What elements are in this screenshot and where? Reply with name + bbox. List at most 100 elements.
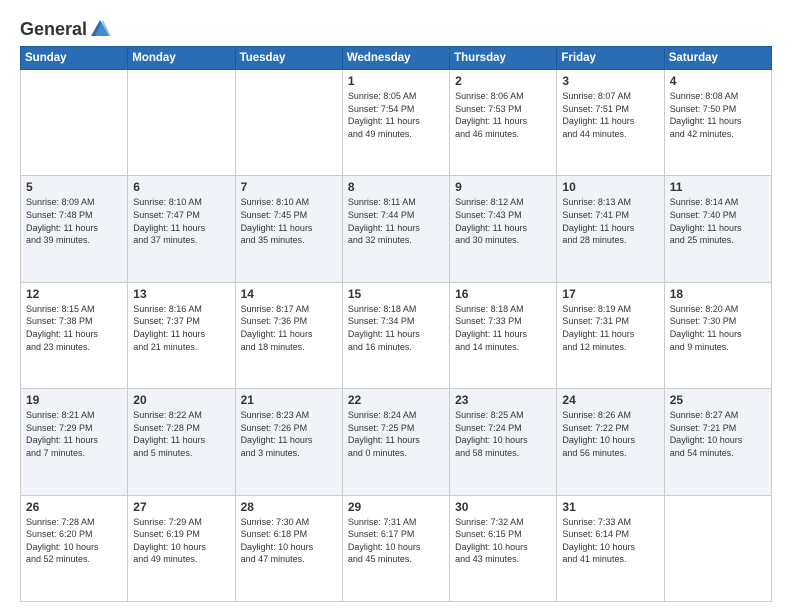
day-number: 4 xyxy=(670,74,766,88)
day-number: 11 xyxy=(670,180,766,194)
day-number: 2 xyxy=(455,74,551,88)
day-info: Sunrise: 7:30 AM Sunset: 6:18 PM Dayligh… xyxy=(241,516,337,566)
calendar-week-5: 26 Sunrise: 7:28 AM Sunset: 6:20 PM Dayli… xyxy=(21,495,772,601)
calendar-cell: 22 Sunrise: 8:24 AM Sunset: 7:25 PM Dayli… xyxy=(342,389,449,495)
day-info: Sunrise: 8:07 AM Sunset: 7:51 PM Dayligh… xyxy=(562,90,658,140)
calendar-cell: 3Sunrise: 8:07 AM Sunset: 7:51 PM Daylig… xyxy=(557,70,664,176)
calendar-cell: 11 Sunrise: 8:14 AM Sunset: 7:40 PM Dayli… xyxy=(664,176,771,282)
weekday-header-saturday: Saturday xyxy=(664,47,771,70)
day-number: 24 xyxy=(562,393,658,407)
day-number: 5 xyxy=(26,180,122,194)
calendar-cell xyxy=(21,70,128,176)
day-number: 30 xyxy=(455,500,551,514)
calendar-cell: 19Sunrise: 8:21 AM Sunset: 7:29 PM Dayli… xyxy=(21,389,128,495)
weekday-header-friday: Friday xyxy=(557,47,664,70)
day-number: 18 xyxy=(670,287,766,301)
day-info: Sunrise: 8:06 AM Sunset: 7:53 PM Dayligh… xyxy=(455,90,551,140)
calendar-cell: 20Sunrise: 8:22 AM Sunset: 7:28 PM Dayli… xyxy=(128,389,235,495)
day-info: Sunrise: 7:31 AM Sunset: 6:17 PM Dayligh… xyxy=(348,516,444,566)
day-number: 1 xyxy=(348,74,444,88)
day-info: Sunrise: 8:27 AM Sunset: 7:21 PM Dayligh… xyxy=(670,409,766,459)
day-info: Sunrise: 8:09 AM Sunset: 7:48 PM Dayligh… xyxy=(26,196,122,246)
day-info: Sunrise: 8:11 AM Sunset: 7:44 PM Dayligh… xyxy=(348,196,444,246)
day-info: Sunrise: 8:21 AM Sunset: 7:29 PM Dayligh… xyxy=(26,409,122,459)
logo: General xyxy=(20,18,111,36)
calendar-week-2: 5 Sunrise: 8:09 AM Sunset: 7:48 PM Daylig… xyxy=(21,176,772,282)
day-info: Sunrise: 8:12 AM Sunset: 7:43 PM Dayligh… xyxy=(455,196,551,246)
day-info: Sunrise: 8:25 AM Sunset: 7:24 PM Dayligh… xyxy=(455,409,551,459)
calendar-cell: 17 Sunrise: 8:19 AM Sunset: 7:31 PM Dayli… xyxy=(557,282,664,388)
calendar-cell: 29 Sunrise: 7:31 AM Sunset: 6:17 PM Dayli… xyxy=(342,495,449,601)
calendar-cell: 31 Sunrise: 7:33 AM Sunset: 6:14 PM Dayli… xyxy=(557,495,664,601)
calendar-cell: 15Sunrise: 8:18 AM Sunset: 7:34 PM Dayli… xyxy=(342,282,449,388)
day-info: Sunrise: 8:17 AM Sunset: 7:36 PM Dayligh… xyxy=(241,303,337,353)
calendar-cell: 27 Sunrise: 7:29 AM Sunset: 6:19 PM Dayli… xyxy=(128,495,235,601)
header: General xyxy=(20,18,772,36)
day-info: Sunrise: 8:19 AM Sunset: 7:31 PM Dayligh… xyxy=(562,303,658,353)
day-number: 21 xyxy=(241,393,337,407)
day-info: Sunrise: 8:23 AM Sunset: 7:26 PM Dayligh… xyxy=(241,409,337,459)
calendar-cell xyxy=(235,70,342,176)
day-info: Sunrise: 8:13 AM Sunset: 7:41 PM Dayligh… xyxy=(562,196,658,246)
day-info: Sunrise: 8:26 AM Sunset: 7:22 PM Dayligh… xyxy=(562,409,658,459)
calendar-cell: 7 Sunrise: 8:10 AM Sunset: 7:45 PM Daylig… xyxy=(235,176,342,282)
calendar-week-4: 19Sunrise: 8:21 AM Sunset: 7:29 PM Dayli… xyxy=(21,389,772,495)
weekday-header-thursday: Thursday xyxy=(450,47,557,70)
day-info: Sunrise: 7:33 AM Sunset: 6:14 PM Dayligh… xyxy=(562,516,658,566)
day-info: Sunrise: 7:28 AM Sunset: 6:20 PM Dayligh… xyxy=(26,516,122,566)
calendar-cell: 10 Sunrise: 8:13 AM Sunset: 7:41 PM Dayli… xyxy=(557,176,664,282)
day-info: Sunrise: 8:16 AM Sunset: 7:37 PM Dayligh… xyxy=(133,303,229,353)
day-info: Sunrise: 8:10 AM Sunset: 7:45 PM Dayligh… xyxy=(241,196,337,246)
day-number: 6 xyxy=(133,180,229,194)
calendar-table: SundayMondayTuesdayWednesdayThursdayFrid… xyxy=(20,46,772,602)
day-number: 17 xyxy=(562,287,658,301)
day-info: Sunrise: 8:10 AM Sunset: 7:47 PM Dayligh… xyxy=(133,196,229,246)
day-number: 16 xyxy=(455,287,551,301)
day-number: 7 xyxy=(241,180,337,194)
calendar-cell: 4 Sunrise: 8:08 AM Sunset: 7:50 PM Daylig… xyxy=(664,70,771,176)
day-info: Sunrise: 7:32 AM Sunset: 6:15 PM Dayligh… xyxy=(455,516,551,566)
logo-general: General xyxy=(20,19,87,40)
day-number: 13 xyxy=(133,287,229,301)
day-info: Sunrise: 7:29 AM Sunset: 6:19 PM Dayligh… xyxy=(133,516,229,566)
day-number: 22 xyxy=(348,393,444,407)
calendar-cell xyxy=(128,70,235,176)
weekday-header-row: SundayMondayTuesdayWednesdayThursdayFrid… xyxy=(21,47,772,70)
day-number: 28 xyxy=(241,500,337,514)
weekday-header-monday: Monday xyxy=(128,47,235,70)
calendar-cell: 24 Sunrise: 8:26 AM Sunset: 7:22 PM Dayli… xyxy=(557,389,664,495)
day-number: 25 xyxy=(670,393,766,407)
day-number: 8 xyxy=(348,180,444,194)
day-info: Sunrise: 8:24 AM Sunset: 7:25 PM Dayligh… xyxy=(348,409,444,459)
day-info: Sunrise: 8:14 AM Sunset: 7:40 PM Dayligh… xyxy=(670,196,766,246)
day-number: 31 xyxy=(562,500,658,514)
calendar-cell: 14Sunrise: 8:17 AM Sunset: 7:36 PM Dayli… xyxy=(235,282,342,388)
day-number: 26 xyxy=(26,500,122,514)
calendar-cell: 28 Sunrise: 7:30 AM Sunset: 6:18 PM Dayli… xyxy=(235,495,342,601)
calendar-cell: 23Sunrise: 8:25 AM Sunset: 7:24 PM Dayli… xyxy=(450,389,557,495)
weekday-header-tuesday: Tuesday xyxy=(235,47,342,70)
calendar-cell: 8 Sunrise: 8:11 AM Sunset: 7:44 PM Daylig… xyxy=(342,176,449,282)
calendar-cell: 26 Sunrise: 7:28 AM Sunset: 6:20 PM Dayli… xyxy=(21,495,128,601)
calendar-cell: 21 Sunrise: 8:23 AM Sunset: 7:26 PM Dayli… xyxy=(235,389,342,495)
calendar-cell: 12 Sunrise: 8:15 AM Sunset: 7:38 PM Dayli… xyxy=(21,282,128,388)
day-info: Sunrise: 8:08 AM Sunset: 7:50 PM Dayligh… xyxy=(670,90,766,140)
calendar-week-3: 12 Sunrise: 8:15 AM Sunset: 7:38 PM Dayli… xyxy=(21,282,772,388)
logo-icon xyxy=(89,18,111,40)
day-number: 12 xyxy=(26,287,122,301)
calendar-cell: 13 Sunrise: 8:16 AM Sunset: 7:37 PM Dayli… xyxy=(128,282,235,388)
day-info: Sunrise: 8:18 AM Sunset: 7:34 PM Dayligh… xyxy=(348,303,444,353)
day-number: 27 xyxy=(133,500,229,514)
calendar-cell: 30 Sunrise: 7:32 AM Sunset: 6:15 PM Dayli… xyxy=(450,495,557,601)
day-info: Sunrise: 8:15 AM Sunset: 7:38 PM Dayligh… xyxy=(26,303,122,353)
day-number: 29 xyxy=(348,500,444,514)
calendar-cell: 25 Sunrise: 8:27 AM Sunset: 7:21 PM Dayli… xyxy=(664,389,771,495)
weekday-header-sunday: Sunday xyxy=(21,47,128,70)
day-info: Sunrise: 8:05 AM Sunset: 7:54 PM Dayligh… xyxy=(348,90,444,140)
calendar-week-1: 1 Sunrise: 8:05 AM Sunset: 7:54 PM Daylig… xyxy=(21,70,772,176)
calendar-cell: 16Sunrise: 8:18 AM Sunset: 7:33 PM Dayli… xyxy=(450,282,557,388)
calendar-cell: 18Sunrise: 8:20 AM Sunset: 7:30 PM Dayli… xyxy=(664,282,771,388)
calendar-cell: 9Sunrise: 8:12 AM Sunset: 7:43 PM Daylig… xyxy=(450,176,557,282)
day-number: 10 xyxy=(562,180,658,194)
calendar-cell: 2 Sunrise: 8:06 AM Sunset: 7:53 PM Daylig… xyxy=(450,70,557,176)
